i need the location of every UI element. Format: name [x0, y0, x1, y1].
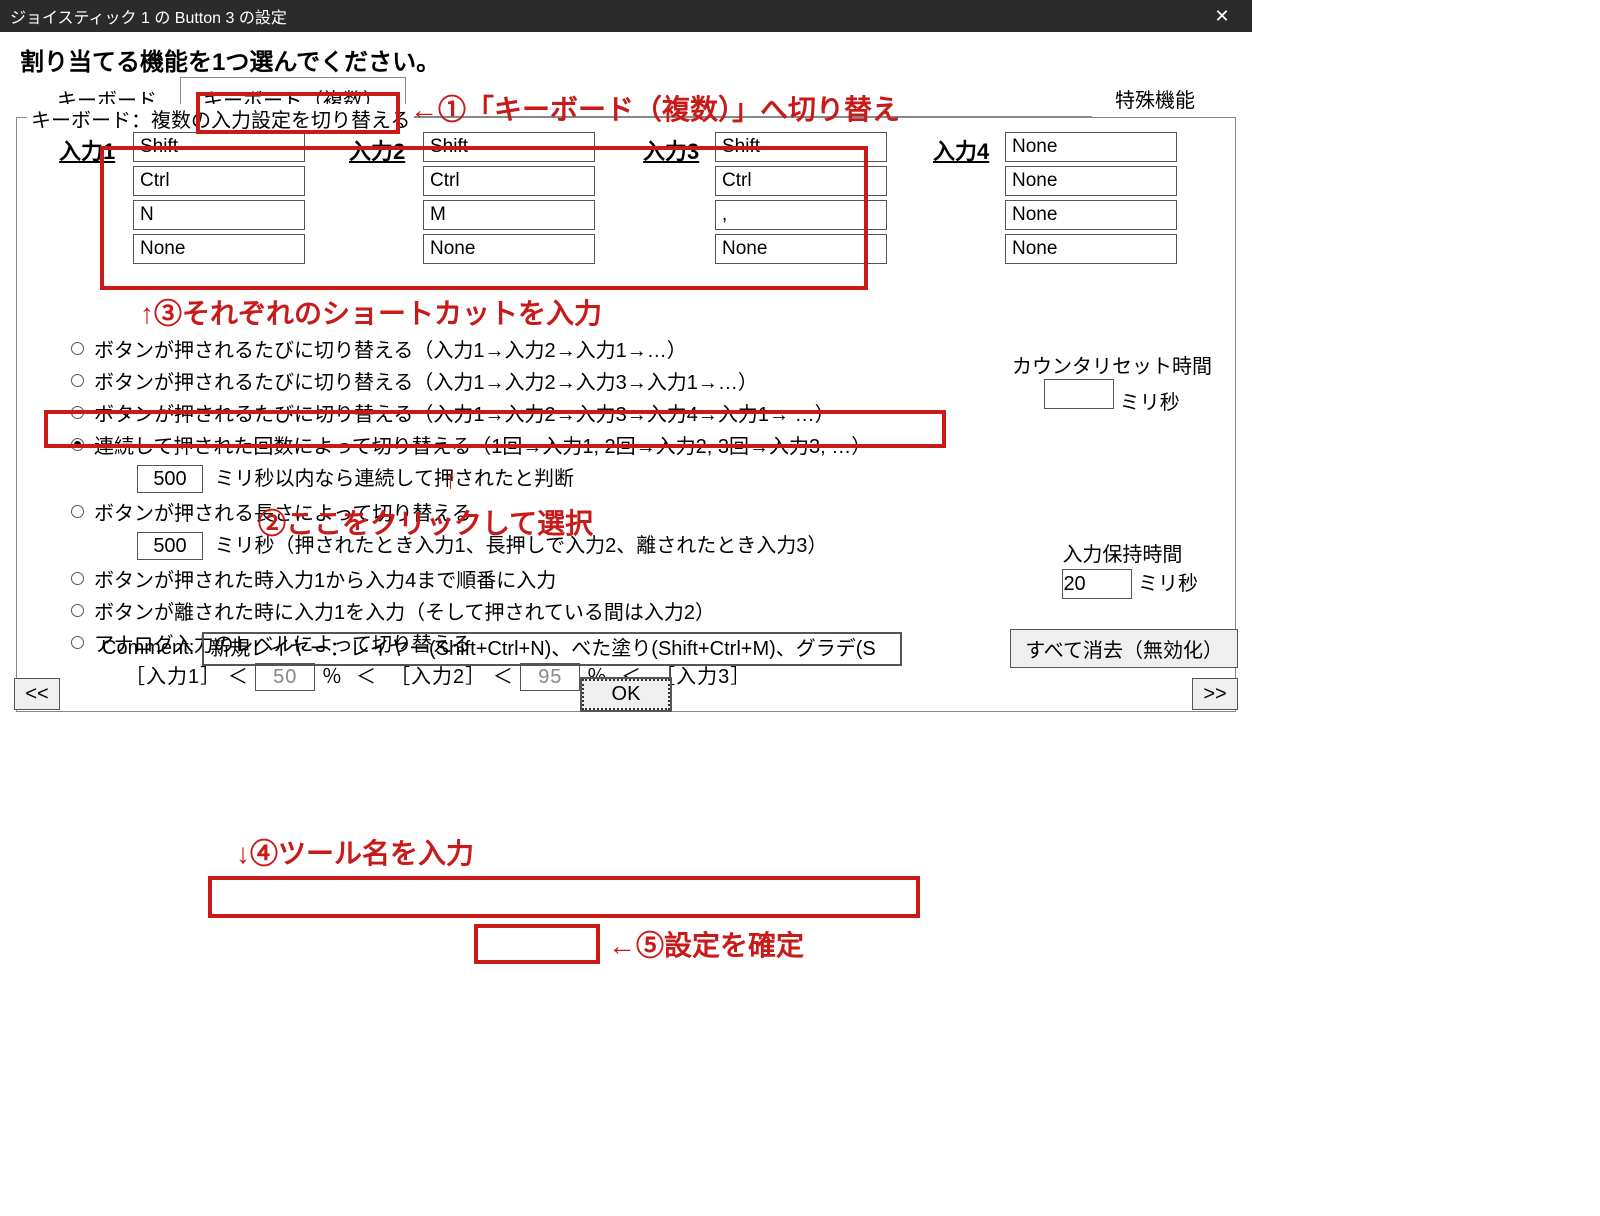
press-threshold-ms[interactable]: 500: [137, 465, 203, 493]
comment-label: Comment:: [102, 637, 194, 660]
input1-key1[interactable]: Shift: [133, 132, 305, 162]
page-prompt: 割り当てる機能を1つ選んでください。: [20, 42, 1232, 77]
press-length-tail: ミリ秒（押されたとき入力1、長押しで入力2、離されたとき入力3）: [215, 535, 828, 557]
radio-release-label: ボタンが離された時に入力1を入力（そして押されている間は入力2）: [94, 596, 715, 625]
input3-key1[interactable]: Shift: [715, 132, 887, 162]
hold-time-unit: ミリ秒: [1138, 573, 1198, 595]
ok-button[interactable]: OK: [582, 679, 671, 710]
counter-reset-box: カウンタリセット時間 ミリ秒: [1012, 350, 1212, 415]
radio-sequence-label: ボタンが押された時入力1から入力4まで順番に入力: [94, 564, 556, 593]
hold-time-value[interactable]: 20: [1062, 569, 1132, 599]
hold-time-label: 入力保持時間: [1062, 538, 1198, 567]
label-input4: 入力4: [933, 134, 989, 166]
group-legend: キーボード：複数の入力設定を切り替える: [27, 104, 414, 133]
input4-key4[interactable]: None: [1005, 234, 1177, 264]
input2-key2[interactable]: Ctrl: [423, 166, 595, 196]
input1-key2[interactable]: Ctrl: [133, 166, 305, 196]
label-input1: 入力1: [59, 134, 115, 166]
radio-press-length[interactable]: ボタンが押される長さによって切り替える: [71, 497, 1227, 525]
input1-key4[interactable]: None: [133, 234, 305, 264]
anno-5: ←⑤設定を確定: [608, 924, 804, 964]
label-input3: 入力3: [643, 134, 699, 166]
window-title: ジョイスティック 1 の Button 3 の設定: [10, 4, 287, 28]
anno-box-comment: [208, 876, 920, 918]
input2-key1[interactable]: Shift: [423, 132, 595, 162]
press-length-ms[interactable]: 500: [137, 532, 203, 560]
hold-time-box: 入力保持時間 20 ミリ秒: [1062, 538, 1198, 599]
press-threshold-label: ミリ秒以内なら連続して押されたと判断: [215, 468, 574, 490]
input-grid: 入力1 入力2 入力3 入力4 Shift Ctrl N None Shift …: [25, 130, 1227, 330]
radio-pressed-count-label: 連続して押された回数によって切り替える（1回→入力1, 2回→入力2, 3回→入…: [94, 430, 871, 459]
radio-release[interactable]: ボタンが離された時に入力1を入力（そして押されている間は入力2）: [71, 596, 1227, 624]
input3-key4[interactable]: None: [715, 234, 887, 264]
counter-reset-label: カウンタリセット時間: [1012, 350, 1212, 379]
radio-press-length-label: ボタンが押される長さによって切り替える: [94, 497, 472, 526]
close-icon[interactable]: ✕: [1202, 0, 1242, 32]
tab-special[interactable]: 特殊機能: [1092, 77, 1218, 117]
input2-key4[interactable]: None: [423, 234, 595, 264]
anno-4: ↓④ツール名を入力: [236, 832, 474, 872]
counter-reset-unit: ミリ秒: [1120, 392, 1180, 414]
input4-key1[interactable]: None: [1005, 132, 1177, 162]
prev-button[interactable]: <<: [14, 678, 60, 710]
input2-key3[interactable]: M: [423, 200, 595, 230]
radio-toggle-2-label: ボタンが押されるたびに切り替える（入力1→入力2→入力1→…）: [94, 334, 687, 363]
input3-key2[interactable]: Ctrl: [715, 166, 887, 196]
radio-sequence[interactable]: ボタンが押された時入力1から入力4まで順番に入力: [71, 564, 1227, 592]
counter-reset-value[interactable]: [1044, 379, 1114, 409]
window-titlebar: ジョイスティック 1 の Button 3 の設定 ✕: [0, 0, 1252, 32]
label-input2: 入力2: [349, 134, 405, 166]
input3-key3[interactable]: ,: [715, 200, 887, 230]
radio-toggle-3-label: ボタンが押されるたびに切り替える（入力1→入力2→入力3→入力1→…）: [94, 366, 758, 395]
input4-key2[interactable]: None: [1005, 166, 1177, 196]
radio-pressed-count[interactable]: 連続して押された回数によって切り替える（1回→入力1, 2回→入力2, 3回→入…: [71, 430, 1227, 458]
input1-key3[interactable]: N: [133, 200, 305, 230]
anno-box-ok: [474, 924, 600, 964]
input4-key3[interactable]: None: [1005, 200, 1177, 230]
radio-toggle-4-label: ボタンが押されるたびに切り替える（入力1→入力2→入力3→入力4→入力1→ …）: [94, 398, 835, 427]
next-button[interactable]: >>: [1192, 678, 1238, 710]
pressed-count-threshold-row: 500 ミリ秒以内なら連続して押されたと判断: [131, 462, 1227, 493]
clear-all-button[interactable]: すべて消去（無効化）: [1010, 629, 1238, 668]
comment-input[interactable]: 新規レイヤー：レイヤー(Shift+Ctrl+N)、べた塗り(Shift+Ctr…: [202, 632, 902, 666]
